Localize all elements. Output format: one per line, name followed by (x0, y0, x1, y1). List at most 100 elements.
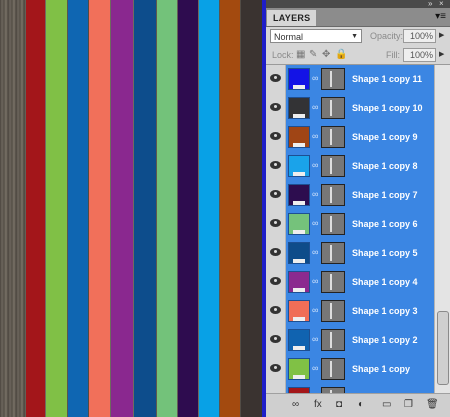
layer-name[interactable]: Shape 1 (352, 384, 387, 393)
visibility-toggle[interactable] (266, 181, 286, 210)
link-layers-icon[interactable]: ∞ (292, 399, 299, 411)
vector-mask-thumbnail[interactable] (321, 300, 345, 322)
new-group-icon[interactable]: ▭ (382, 399, 391, 411)
link-icon: ∞ (312, 276, 319, 286)
layer-name[interactable]: Shape 1 copy 10 (352, 94, 423, 123)
canvas-stripe (26, 0, 45, 417)
canvas-stripe (89, 0, 110, 417)
layer-name[interactable]: Shape 1 copy 2 (352, 326, 418, 355)
layer-row[interactable]: ∞ Shape 1 copy 5 (266, 239, 434, 269)
layer-thumbnail[interactable] (288, 271, 310, 293)
delete-layer-icon[interactable]: 🗑 (426, 399, 439, 411)
layer-thumbnail[interactable] (288, 300, 310, 322)
chevron-down-icon: ▼ (351, 33, 358, 40)
vector-mask-thumbnail[interactable] (321, 329, 345, 351)
layer-row[interactable]: ∞ Shape 1 copy 8 (266, 152, 434, 182)
vector-mask-thumbnail[interactable] (321, 184, 345, 206)
layer-thumbnail[interactable] (288, 68, 310, 90)
layer-name[interactable]: Shape 1 copy 3 (352, 297, 418, 326)
visibility-toggle[interactable] (266, 297, 286, 326)
visibility-toggle[interactable] (266, 268, 286, 297)
layer-name[interactable]: Shape 1 copy 6 (352, 210, 418, 239)
layer-name[interactable]: Shape 1 copy 7 (352, 181, 418, 210)
vector-mask-thumbnail[interactable] (321, 271, 345, 293)
fill-field[interactable]: 100% (403, 48, 436, 62)
vector-mask-thumbnail[interactable] (321, 242, 345, 264)
opacity-arrow-icon[interactable]: ▶ (439, 29, 444, 43)
layer-thumbnail[interactable] (288, 97, 310, 119)
eye-icon (270, 364, 281, 372)
layers-scrollbar[interactable] (434, 65, 450, 393)
lock-transparency-icon[interactable]: ▦ (296, 49, 305, 61)
layer-row[interactable]: ∞ Shape 1 copy 4 (266, 268, 434, 298)
layer-row[interactable]: ∞ Shape 1 copy 11 (266, 65, 434, 95)
layer-row[interactable]: ∞ Shape 1 copy 10 (266, 94, 434, 124)
visibility-toggle[interactable] (266, 65, 286, 94)
panel-titlebar[interactable]: » × (266, 0, 450, 8)
canvas-stripe (157, 0, 177, 417)
layer-name[interactable]: Shape 1 copy 5 (352, 239, 418, 268)
visibility-toggle[interactable] (266, 94, 286, 123)
lock-all-icon[interactable]: 🔒 (335, 49, 347, 61)
layer-thumbnail[interactable] (288, 358, 310, 380)
document-canvas[interactable] (0, 0, 263, 417)
fx-icon[interactable]: fx (314, 399, 322, 411)
link-icon: ∞ (312, 334, 319, 344)
lock-pixels-icon[interactable]: ✎ (309, 49, 317, 61)
panel-menu-icon[interactable]: ▾≡ (435, 11, 446, 23)
close-icon[interactable]: × (439, 0, 444, 8)
layer-name[interactable]: Shape 1 copy (352, 355, 410, 384)
layer-name[interactable]: Shape 1 copy 11 (352, 65, 422, 94)
visibility-toggle[interactable] (266, 210, 286, 239)
layers-panel: » × LAYERS ▾≡ Normal ▼ Opacity: 100% ▶ L… (266, 0, 450, 417)
collapse-icon[interactable]: » (428, 0, 432, 8)
vector-mask-thumbnail[interactable] (321, 358, 345, 380)
eye-icon (270, 219, 281, 227)
opacity-field[interactable]: 100% (403, 29, 436, 43)
vector-mask-thumbnail[interactable] (321, 213, 345, 235)
vector-mask-thumbnail[interactable] (321, 68, 345, 90)
vector-mask-thumbnail[interactable] (321, 126, 345, 148)
add-mask-icon[interactable]: ◘ (336, 399, 342, 411)
layer-name[interactable]: Shape 1 copy 4 (352, 268, 418, 297)
visibility-toggle[interactable] (266, 326, 286, 355)
lock-label: Lock: (272, 50, 294, 60)
visibility-toggle[interactable] (266, 152, 286, 181)
eye-icon (270, 277, 281, 285)
blend-mode-select[interactable]: Normal ▼ (270, 29, 362, 43)
scrollbar-thumb[interactable] (437, 311, 449, 385)
vector-mask-thumbnail[interactable] (321, 97, 345, 119)
canvas-stripe (178, 0, 198, 417)
layer-row[interactable]: ∞ Shape 1 copy 2 (266, 326, 434, 356)
tab-layers[interactable]: LAYERS (267, 10, 317, 26)
layer-row[interactable]: ∞ Shape 1 copy 9 (266, 123, 434, 153)
layer-name[interactable]: Shape 1 copy 8 (352, 152, 418, 181)
visibility-toggle[interactable] (266, 123, 286, 152)
layer-thumbnail[interactable] (288, 184, 310, 206)
layer-row[interactable]: ∞ Shape 1 copy (266, 355, 434, 385)
canvas-stripe (46, 0, 67, 417)
layer-thumbnail[interactable] (288, 213, 310, 235)
layer-thumbnail[interactable] (288, 242, 310, 264)
lock-position-icon[interactable]: ✥ (322, 49, 330, 61)
adjustment-layer-icon[interactable]: ◐ (358, 399, 364, 411)
canvas-stripe (68, 0, 88, 417)
link-icon: ∞ (312, 189, 319, 199)
layer-row[interactable]: ∞ Shape 1 copy 7 (266, 181, 434, 211)
link-icon: ∞ (312, 131, 319, 141)
vector-mask-thumbnail[interactable] (321, 155, 345, 177)
layer-thumbnail[interactable] (288, 126, 310, 148)
layer-row[interactable]: ∞ Shape 1 copy 6 (266, 210, 434, 240)
layer-name[interactable]: Shape 1 copy 9 (352, 123, 418, 152)
eye-icon (270, 335, 281, 343)
eye-icon (270, 248, 281, 256)
visibility-toggle[interactable] (266, 239, 286, 268)
fill-arrow-icon[interactable]: ▶ (439, 48, 444, 62)
layer-row[interactable]: ∞ Shape 1 copy 3 (266, 297, 434, 327)
visibility-toggle[interactable] (266, 355, 286, 384)
layer-row[interactable]: ∞Shape 1 (266, 384, 434, 393)
visibility-toggle[interactable] (266, 384, 286, 393)
new-layer-icon[interactable]: ❐ (404, 399, 413, 411)
layer-thumbnail[interactable] (288, 155, 310, 177)
layer-thumbnail[interactable] (288, 329, 310, 351)
